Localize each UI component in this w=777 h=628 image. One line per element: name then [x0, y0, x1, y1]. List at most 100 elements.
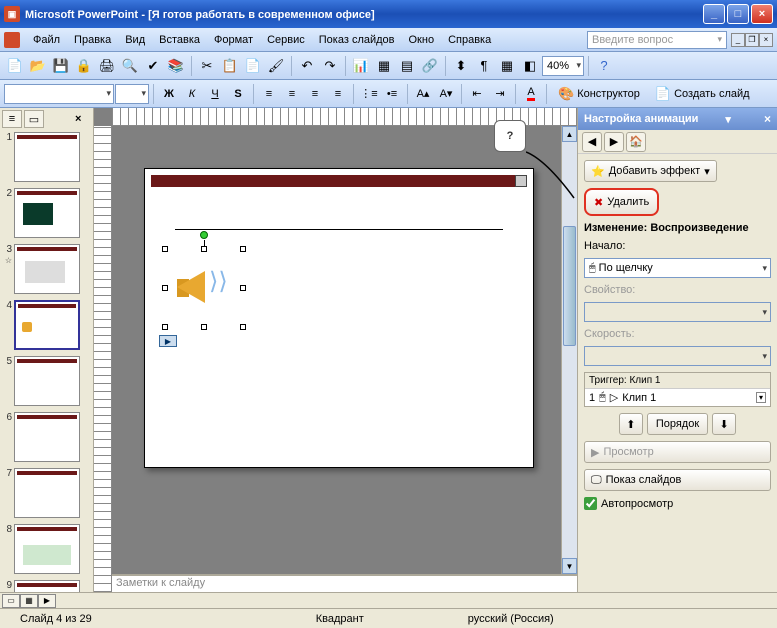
paste-icon[interactable]: 📄	[242, 55, 264, 77]
thumbnail-4[interactable]: 4	[2, 300, 91, 350]
outline-tab-icon[interactable]: ≡	[2, 110, 22, 128]
thumbnail-1[interactable]: 1	[2, 132, 91, 182]
scroll-down-icon[interactable]: ▼	[562, 558, 577, 574]
thumbnail-3[interactable]: 3☆	[2, 244, 91, 294]
resize-handle[interactable]	[240, 285, 246, 291]
menu-slideshow[interactable]: Показ слайдов	[312, 32, 402, 48]
insert-table-icon[interactable]: ▦	[373, 55, 395, 77]
thumbnail-list[interactable]: 1 2 3☆ 4 5 6 7 8 9	[0, 130, 93, 592]
tables-borders-icon[interactable]: ▤	[396, 55, 418, 77]
resize-handle[interactable]	[162, 246, 168, 252]
bold-icon[interactable]: Ж	[158, 83, 180, 105]
nav-back-icon[interactable]: ◀	[582, 132, 602, 152]
normal-view-icon[interactable]: ▭	[2, 594, 20, 608]
decrease-font-icon[interactable]: A▾	[435, 83, 457, 105]
delete-effect-button[interactable]: ✖ Удалить	[584, 188, 659, 216]
insert-chart-icon[interactable]: 📊	[350, 55, 372, 77]
open-icon[interactable]: 📂	[27, 55, 49, 77]
move-down-button[interactable]: ⬇	[712, 413, 736, 435]
resize-handle[interactable]	[162, 324, 168, 330]
menu-format[interactable]: Формат	[207, 32, 260, 48]
font-combo[interactable]	[4, 84, 114, 104]
align-justify-icon[interactable]: ≡	[327, 83, 349, 105]
sorter-view-icon[interactable]: ▦	[20, 594, 38, 608]
menu-insert[interactable]: Вставка	[152, 32, 207, 48]
save-icon[interactable]: 💾	[50, 55, 72, 77]
mdi-restore[interactable]: ❐	[745, 33, 759, 47]
task-pane-close-icon[interactable]: ×	[764, 112, 771, 126]
mdi-close[interactable]: ×	[759, 33, 773, 47]
nav-home-icon[interactable]: 🏠	[626, 132, 646, 152]
thumbnail-2[interactable]: 2	[2, 188, 91, 238]
slide-canvas[interactable]: ⟩⟩ ▶	[144, 168, 534, 468]
resize-handle[interactable]	[240, 324, 246, 330]
doc-icon[interactable]	[4, 32, 20, 48]
color-grayscale-icon[interactable]: ◧	[519, 55, 541, 77]
new-slide-button[interactable]: 📄Создать слайд	[648, 83, 757, 105]
move-up-button[interactable]: ⬆	[619, 413, 643, 435]
cut-icon[interactable]: ✂	[196, 55, 218, 77]
print-preview-icon[interactable]: 🔍	[119, 55, 141, 77]
menu-tools[interactable]: Сервис	[260, 32, 312, 48]
align-right-icon[interactable]: ≡	[304, 83, 326, 105]
shadow-icon[interactable]: S	[227, 83, 249, 105]
design-button[interactable]: 🎨Конструктор	[551, 83, 647, 105]
zoom-combo[interactable]: 40%	[542, 56, 584, 76]
menu-file[interactable]: Файл	[26, 32, 67, 48]
preview-button[interactable]: ▶ Просмотр	[584, 441, 771, 463]
help-icon[interactable]: ?	[593, 55, 615, 77]
decrease-indent-icon[interactable]: ⇤	[466, 83, 488, 105]
vertical-ruler[interactable]	[94, 126, 112, 592]
slides-tab-icon[interactable]: ▭	[24, 110, 44, 128]
format-painter-icon[interactable]: 🖌	[265, 55, 287, 77]
ask-question-box[interactable]: Введите вопрос▾	[587, 31, 727, 49]
resize-handle[interactable]	[201, 246, 207, 252]
font-size-combo[interactable]	[115, 84, 149, 104]
thumbnail-6[interactable]: 6	[2, 412, 91, 462]
thumbnail-7[interactable]: 7	[2, 468, 91, 518]
copy-icon[interactable]: 📋	[219, 55, 241, 77]
nav-forward-icon[interactable]: ▶	[604, 132, 624, 152]
new-icon[interactable]: 📄	[4, 55, 26, 77]
autopreview-checkbox[interactable]: Автопросмотр	[584, 497, 771, 510]
audio-object[interactable]: ⟩⟩ ▶	[165, 249, 243, 327]
add-effect-button[interactable]: ⭐ Добавить эффект ▾	[584, 160, 717, 182]
thumbnail-8[interactable]: 8	[2, 524, 91, 574]
print-icon[interactable]: 🖨	[96, 55, 118, 77]
grid-icon[interactable]: ▦	[496, 55, 518, 77]
font-color-icon[interactable]: A	[520, 83, 542, 105]
thumbnail-9[interactable]: 9	[2, 580, 91, 592]
scroll-up-icon[interactable]: ▲	[562, 126, 577, 142]
expand-all-icon[interactable]: ⬍	[450, 55, 472, 77]
resize-handle[interactable]	[201, 324, 207, 330]
maximize-button[interactable]: □	[727, 4, 749, 24]
minimize-button[interactable]: _	[703, 4, 725, 24]
spellcheck-icon[interactable]: ✔	[142, 55, 164, 77]
rotate-handle[interactable]	[200, 231, 208, 239]
animation-item[interactable]: 1 🖱 ▷ Клип 1 ▾	[585, 389, 770, 406]
resize-handle[interactable]	[240, 246, 246, 252]
slideshow-view-icon[interactable]: ▶	[38, 594, 56, 608]
scroll-thumb[interactable]	[563, 226, 576, 346]
mdi-minimize[interactable]: _	[731, 33, 745, 47]
animation-play-tag[interactable]: ▶	[159, 335, 177, 347]
insert-hyperlink-icon[interactable]: 🔗	[419, 55, 441, 77]
notes-pane[interactable]: Заметки к слайду	[112, 574, 577, 592]
slideshow-button[interactable]: 🖵 Показ слайдов	[584, 469, 771, 491]
permission-icon[interactable]: 🔒	[73, 55, 95, 77]
underline-icon[interactable]: Ч	[204, 83, 226, 105]
menu-view[interactable]: Вид	[118, 32, 152, 48]
menu-window[interactable]: Окно	[402, 32, 442, 48]
show-formatting-icon[interactable]: ¶	[473, 55, 495, 77]
undo-icon[interactable]: ↶	[296, 55, 318, 77]
align-left-icon[interactable]: ≡	[258, 83, 280, 105]
close-panel-icon[interactable]: ×	[75, 113, 91, 125]
autopreview-input[interactable]	[584, 497, 597, 510]
menu-edit[interactable]: Правка	[67, 32, 118, 48]
research-icon[interactable]: 📚	[165, 55, 187, 77]
redo-icon[interactable]: ↷	[319, 55, 341, 77]
resize-handle[interactable]	[162, 285, 168, 291]
taskpane-dropdown-icon[interactable]: ▾	[725, 113, 731, 126]
align-center-icon[interactable]: ≡	[281, 83, 303, 105]
start-combo[interactable]: 🖱 По щелчку	[584, 258, 771, 278]
